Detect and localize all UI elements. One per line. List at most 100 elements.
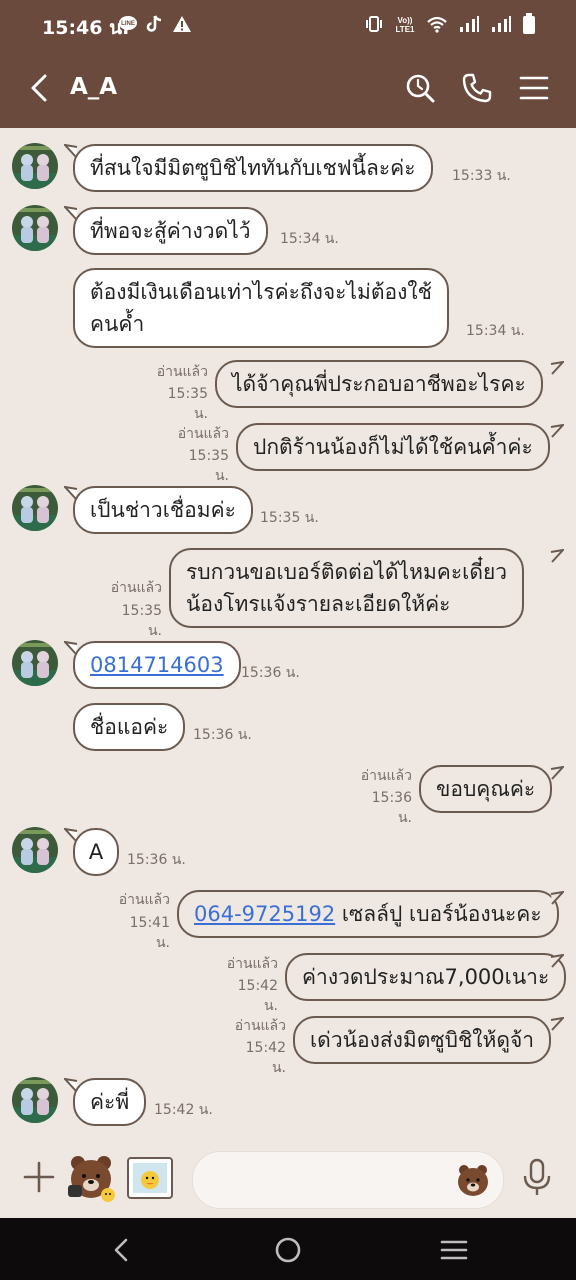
- vibrate-icon: [366, 16, 382, 32]
- battery-icon: [523, 13, 535, 34]
- message-bubble[interactable]: A: [73, 828, 119, 876]
- phone-icon[interactable]: [461, 72, 493, 104]
- back-icon[interactable]: [26, 72, 54, 104]
- read-receipt: อ่านแล้ว: [118, 892, 170, 908]
- message-text-line: ต้องมีเงินเดือนเท่าไรค่ะถึงจะไม่ต้องใช้: [90, 280, 432, 304]
- message-bubble[interactable]: เด่วน้องส่งมิตซูบิชิให้ดูจ้า: [293, 1016, 552, 1064]
- message-bubble[interactable]: รบกวนขอเบอร์ติดต่อได้ไหมคะเดี๋ยว น้องโทร…: [169, 548, 525, 628]
- avatar[interactable]: [12, 205, 58, 251]
- photo-icon[interactable]: [126, 1156, 174, 1200]
- message-bubble[interactable]: ปกติร้านน้องก็ไม่ได้ใช้คนค้ำค่ะ: [236, 423, 550, 471]
- message-time: 15:36 น.: [127, 852, 186, 868]
- avatar[interactable]: [12, 485, 58, 531]
- plus-icon[interactable]: [22, 1160, 56, 1194]
- status-time: 15:46 น.: [42, 17, 130, 39]
- line-notification-icon: LINE: [119, 16, 137, 33]
- message-text: เป็นช่าวเชื่อมค่ะ: [90, 498, 236, 522]
- read-receipt: อ่านแล้ว: [110, 580, 162, 596]
- avatar[interactable]: [12, 1077, 58, 1123]
- message-text-line: รบกวนขอเบอร์ติดต่อได้ไหมคะเดี๋ยว: [186, 560, 508, 584]
- message-bubble[interactable]: ขอบคุณค่ะ: [419, 765, 553, 813]
- phone-link[interactable]: 0814714603: [90, 653, 224, 677]
- message-time: 15:35 น.: [188, 448, 229, 484]
- avatar-photo: [12, 205, 58, 251]
- message-input[interactable]: [192, 1151, 504, 1209]
- avatar[interactable]: [12, 640, 58, 686]
- bubble-tail: [550, 954, 564, 968]
- svg-text:LTE1: LTE1: [396, 25, 416, 34]
- message-bubble[interactable]: 064-9725192 เซลล์ปู เบอร์น้องนะคะ: [177, 890, 559, 938]
- menu-icon[interactable]: [518, 72, 550, 104]
- message-text-line: คนค้ำ: [90, 312, 145, 336]
- message-text: ขอบคุณค่ะ: [436, 777, 536, 801]
- message-bubble[interactable]: 0814714603: [73, 641, 241, 689]
- message-text: ค่ะพี่: [90, 1090, 130, 1114]
- message-time: 15:35 น.: [167, 386, 208, 422]
- message-text: เซลล์ปู เบอร์น้องนะคะ: [335, 902, 542, 926]
- read-receipt: อ่านแล้ว: [226, 956, 278, 972]
- message-time: 15:33 น.: [452, 168, 511, 184]
- read-receipt: อ่านแล้ว: [360, 768, 412, 784]
- message-bubble[interactable]: ค่างวดประมาณ7,000เนาะ: [285, 953, 567, 1001]
- emoji-bear-icon[interactable]: [455, 1162, 491, 1198]
- avatar[interactable]: [12, 143, 58, 189]
- back-nav-icon[interactable]: [106, 1234, 138, 1266]
- wifi-icon: [427, 16, 447, 33]
- search-icon[interactable]: [404, 72, 436, 104]
- message-text: A: [88, 840, 104, 864]
- message-composer: [0, 1140, 576, 1218]
- message-text: ที่พอจะสู้ค่างวดไว้: [90, 219, 251, 243]
- message-time: 15:42 น.: [237, 978, 278, 1014]
- message-text: ค่างวดประมาณ7,000เนาะ: [302, 965, 550, 989]
- volte-icon: Vo))LTE1: [396, 16, 416, 34]
- bubble-tail: [550, 891, 564, 905]
- bubble-tail: [550, 549, 564, 563]
- message-time: 15:42 น.: [245, 1040, 286, 1076]
- message-text: ที่สนใจมีมิตซูบิชิไททันกับเชฟนี้ละค่ะ: [90, 156, 416, 180]
- svg-text:Vo)): Vo)): [398, 16, 413, 25]
- read-receipt: อ่านแล้ว: [234, 1018, 286, 1034]
- avatar[interactable]: [12, 827, 58, 873]
- phone-link[interactable]: 064-9725192: [194, 902, 335, 926]
- bubble-tail: [550, 424, 564, 438]
- sticker-bear-icon[interactable]: [64, 1151, 118, 1205]
- avatar-photo: [12, 827, 58, 873]
- status-left-icons: LINE: [118, 14, 192, 34]
- system-nav-bar: [0, 1218, 576, 1280]
- message-bubble[interactable]: ได้จ้าคุณพี่ประกอบอาชีพอะไรคะ: [215, 360, 543, 408]
- status-bar: 15:46 น. LINE Vo)) LTE1: [0, 0, 576, 48]
- chat-header: A_A: [0, 48, 576, 128]
- read-receipt: อ่านแล้ว: [177, 426, 229, 442]
- message-bubble[interactable]: ที่สนใจมีมิตซูบิชิไททันกับเชฟนี้ละค่ะ: [73, 144, 433, 192]
- microphone-icon[interactable]: [520, 1158, 554, 1198]
- message-bubble[interactable]: ชื่อแอค่ะ: [73, 703, 186, 751]
- avatar-photo: [12, 1077, 58, 1123]
- chat-area[interactable]: ที่สนใจมีมิตซูบิชิไททันกับเชฟนี้ละค่ะ 15…: [0, 128, 576, 1140]
- avatar-photo: [12, 640, 58, 686]
- message-time: 15:34 น.: [280, 231, 339, 247]
- message-text: ปกติร้านน้องก็ไม่ได้ใช้คนค้ำค่ะ: [253, 435, 533, 459]
- message-bubble[interactable]: เป็นช่าวเชื่อมค่ะ: [73, 486, 253, 534]
- avatar-photo: [12, 143, 58, 189]
- read-receipt: อ่านแล้ว: [156, 364, 208, 380]
- message-bubble[interactable]: ที่พอจะสู้ค่างวดไว้: [73, 207, 268, 255]
- signal-icon: [460, 16, 479, 32]
- chat-title[interactable]: A_A: [70, 74, 117, 100]
- status-right-icons: Vo)) LTE1: [364, 13, 536, 35]
- bubble-tail: [550, 1017, 564, 1031]
- message-time: 15:41 น.: [129, 915, 170, 951]
- message-time: 15:36 น.: [241, 665, 300, 681]
- signal-icon: [492, 16, 511, 32]
- recents-nav-icon[interactable]: [438, 1234, 470, 1266]
- message-time: 15:42 น.: [154, 1102, 213, 1118]
- tiktok-icon: [146, 15, 162, 32]
- message-time: 15:34 น.: [466, 323, 525, 339]
- avatar-photo: [12, 485, 58, 531]
- message-text: ชื่อแอค่ะ: [90, 715, 169, 739]
- message-text: ได้จ้าคุณพี่ประกอบอาชีพอะไรคะ: [232, 372, 526, 396]
- message-bubble[interactable]: ต้องมีเงินเดือนเท่าไรค่ะถึงจะไม่ต้องใช้ …: [73, 268, 449, 348]
- message-bubble[interactable]: ค่ะพี่: [73, 1078, 147, 1126]
- warning-icon: [173, 16, 191, 32]
- home-nav-icon[interactable]: [272, 1234, 304, 1266]
- bubble-tail: [550, 766, 564, 780]
